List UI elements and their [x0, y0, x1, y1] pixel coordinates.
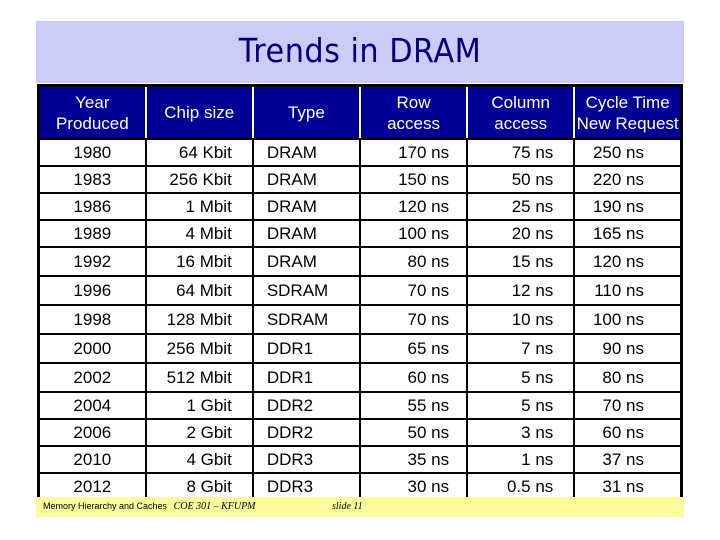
column-access-cell: 3 ns: [466, 418, 576, 447]
year-cell: 1996: [37, 275, 147, 306]
cycle-time-cell: 80 ns: [573, 362, 683, 393]
type-cell: DDR3: [251, 445, 361, 474]
table-row: 2010 4 Gbit DDR3 35 ns 1 ns 37 ns: [37, 445, 683, 474]
row-access-cell: 50 ns: [358, 418, 469, 447]
header-type: Type: [251, 85, 360, 140]
header-cycle-time: Cycle Time New Request: [573, 85, 682, 140]
cycle-time-cell: 37 ns: [573, 445, 683, 474]
column-access-cell: 7 ns: [466, 333, 576, 364]
row-access-cell: 120 ns: [358, 192, 469, 221]
cycle-time-cell: 220 ns: [573, 165, 683, 194]
column-access-cell: 10 ns: [466, 304, 576, 335]
type-cell: DRAM: [251, 192, 361, 221]
title-band: Trends in DRAM: [36, 21, 684, 83]
table-row: 2000 256 Mbit DDR1 65 ns 7 ns 90 ns: [37, 333, 683, 364]
row-access-cell: 70 ns: [358, 275, 469, 306]
row-access-cell: 65 ns: [358, 333, 469, 364]
cycle-time-cell: 60 ns: [573, 418, 683, 447]
footer-topic: Memory Hierarchy and Caches: [43, 501, 168, 511]
chip-size-cell: 1 Gbit: [144, 391, 254, 420]
chip-size-cell: 256 Mbit: [144, 333, 254, 364]
table-row: 1986 1 Mbit DRAM 120 ns 25 ns 190 ns: [37, 192, 683, 221]
chip-size-cell: 64 Kbit: [144, 138, 254, 167]
year-cell: 2000: [37, 333, 147, 364]
cycle-time-cell: 120 ns: [573, 246, 683, 277]
column-access-cell: 20 ns: [466, 219, 576, 248]
year-cell: 1983: [37, 165, 147, 194]
row-access-cell: 150 ns: [358, 165, 469, 194]
chip-size-cell: 1 Mbit: [144, 192, 254, 221]
cycle-time-cell: 70 ns: [573, 391, 683, 420]
type-cell: DRAM: [251, 138, 361, 167]
type-cell: DRAM: [251, 165, 361, 194]
type-cell: SDRAM: [251, 304, 361, 335]
year-cell: 1986: [37, 192, 147, 221]
table-row: 1989 4 Mbit DRAM 100 ns 20 ns 165 ns: [37, 219, 683, 248]
cycle-time-cell: 190 ns: [573, 192, 683, 221]
type-cell: DDR1: [251, 333, 361, 364]
row-access-cell: 35 ns: [358, 445, 469, 474]
chip-size-cell: 512 Mbit: [144, 362, 254, 393]
year-cell: 1992: [37, 246, 147, 277]
chip-size-cell: 16 Mbit: [144, 246, 254, 277]
column-access-cell: 5 ns: [466, 362, 576, 393]
chip-size-cell: 256 Kbit: [144, 165, 254, 194]
row-access-cell: 170 ns: [358, 138, 469, 167]
table-header-row: Year Produced Chip size Type Row access Co…: [38, 85, 682, 140]
column-access-cell: 25 ns: [466, 192, 576, 221]
chip-size-cell: 128 Mbit: [144, 304, 254, 335]
type-cell: DDR2: [251, 391, 361, 420]
year-cell: 2004: [37, 391, 147, 420]
row-access-cell: 70 ns: [358, 304, 469, 335]
table-row: 1998 128 Mbit SDRAM 70 ns 10 ns 100 ns: [37, 304, 683, 335]
chip-size-cell: 4 Gbit: [144, 445, 254, 474]
header-column-access: Column access: [466, 85, 575, 140]
year-cell: 2006: [37, 418, 147, 447]
footer-text: Memory Hierarchy and Caches COE 301 – KF…: [43, 501, 256, 512]
header-year: Year Produced: [38, 85, 146, 140]
header-row-access: Row access: [358, 85, 468, 140]
chip-size-cell: 64 Mbit: [144, 275, 254, 306]
type-cell: DDR1: [251, 362, 361, 393]
type-cell: SDRAM: [251, 275, 361, 306]
header-chip-size: Chip size: [144, 85, 253, 140]
row-access-cell: 55 ns: [358, 391, 469, 420]
column-access-cell: 50 ns: [466, 165, 576, 194]
year-cell: 2002: [37, 362, 147, 393]
table-row: 1992 16 Mbit DRAM 80 ns 15 ns 120 ns: [37, 246, 683, 277]
row-access-cell: 100 ns: [358, 219, 469, 248]
row-access-cell: 60 ns: [358, 362, 469, 393]
table-row: 2002 512 Mbit DDR1 60 ns 5 ns 80 ns: [37, 362, 683, 393]
cycle-time-cell: 100 ns: [573, 304, 683, 335]
cycle-time-cell: 90 ns: [573, 333, 683, 364]
footer-band: Memory Hierarchy and Caches COE 301 – KF…: [36, 497, 684, 517]
table-row: 1996 64 Mbit SDRAM 70 ns 12 ns 110 ns: [37, 275, 683, 306]
year-cell: 1980: [37, 138, 147, 167]
column-access-cell: 15 ns: [466, 246, 576, 277]
slide-title: Trends in DRAM: [238, 31, 482, 70]
dram-trends-table: Year Produced Chip size Type Row access Co…: [37, 84, 683, 502]
chip-size-cell: 4 Mbit: [144, 219, 254, 248]
year-cell: 2010: [37, 445, 147, 474]
footer-course: COE 301 – KFUPM: [173, 501, 256, 512]
cycle-time-cell: 250 ns: [573, 138, 683, 167]
type-cell: DDR2: [251, 418, 361, 447]
table-row: 1980 64 Kbit DRAM 170 ns 75 ns 250 ns: [37, 138, 683, 167]
table-row: 2006 2 Gbit DDR2 50 ns 3 ns 60 ns: [37, 418, 683, 447]
column-access-cell: 12 ns: [466, 275, 576, 306]
table-row: 1983 256 Kbit DRAM 150 ns 50 ns 220 ns: [37, 165, 683, 194]
slide-number: slide 11: [332, 501, 363, 512]
type-cell: DRAM: [251, 246, 361, 277]
column-access-cell: 75 ns: [466, 138, 576, 167]
table-row: 2004 1 Gbit DDR2 55 ns 5 ns 70 ns: [37, 391, 683, 420]
column-access-cell: 1 ns: [466, 445, 576, 474]
chip-size-cell: 2 Gbit: [144, 418, 254, 447]
row-access-cell: 80 ns: [358, 246, 469, 277]
column-access-cell: 5 ns: [466, 391, 576, 420]
year-cell: 1989: [37, 219, 147, 248]
year-cell: 1998: [37, 304, 147, 335]
cycle-time-cell: 165 ns: [573, 219, 683, 248]
cycle-time-cell: 110 ns: [573, 275, 683, 306]
type-cell: DRAM: [251, 219, 361, 248]
